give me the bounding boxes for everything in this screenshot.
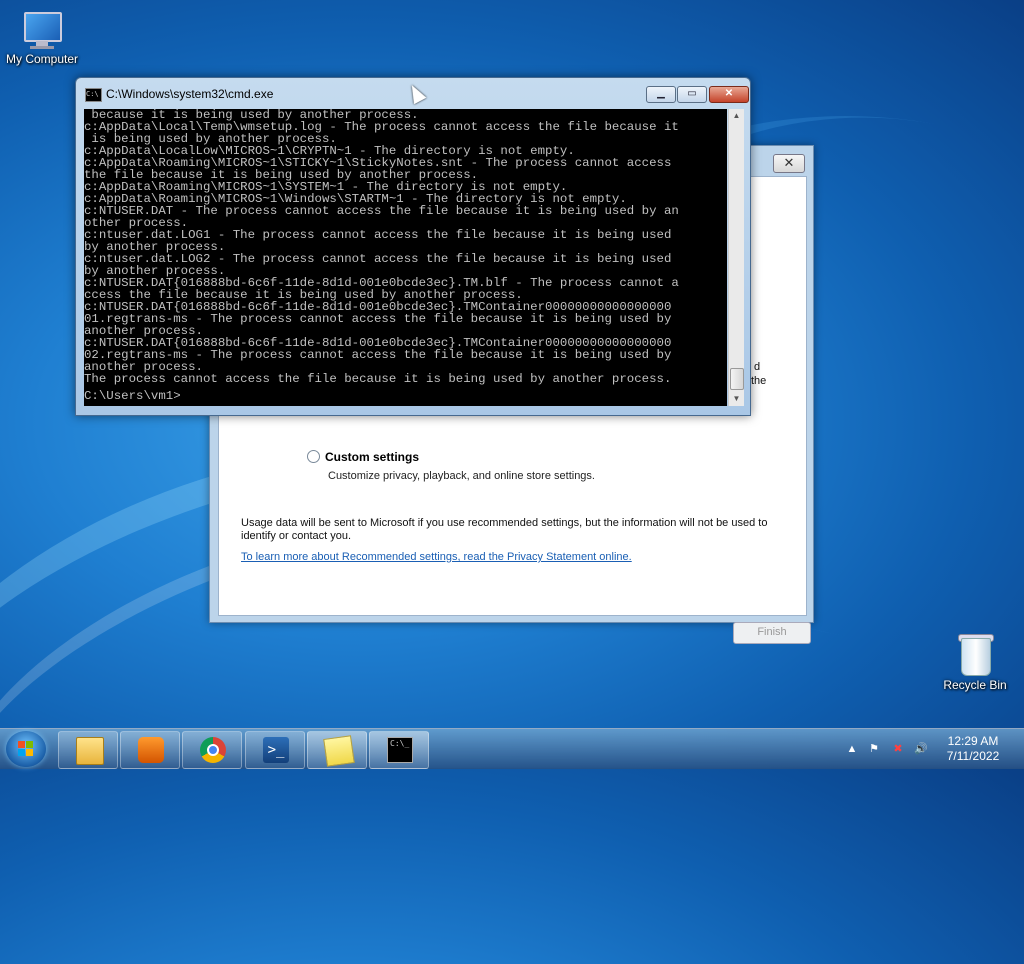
console-output[interactable]: because it is being used by another proc…	[84, 109, 727, 406]
finish-button[interactable]: Finish	[733, 622, 811, 644]
custom-settings-label: Custom settings	[325, 450, 420, 464]
clock-time: 12:29 AM	[947, 734, 999, 748]
desktop-icon-my-computer[interactable]: My Computer	[0, 10, 84, 66]
recycle-bin-icon	[958, 632, 994, 676]
truncated-text: d	[754, 361, 761, 373]
desktop-icon-recycle-bin[interactable]: Recycle Bin	[933, 632, 1017, 692]
network-icon[interactable]: ✖	[891, 742, 905, 756]
desktop-icon-label: Recycle Bin	[943, 678, 1007, 692]
truncated-text: the	[751, 375, 767, 387]
usage-data-notice: Usage data will be sent to Microsoft if …	[241, 517, 768, 542]
sticky-notes-icon	[323, 735, 355, 767]
maximize-button[interactable]: ▭	[677, 86, 707, 103]
maximize-icon: ▭	[687, 88, 697, 99]
computer-icon	[20, 10, 64, 50]
media-player-icon	[138, 737, 164, 763]
custom-settings-option[interactable]: Custom settings	[307, 450, 419, 464]
volume-icon[interactable]: 🔊	[914, 742, 928, 756]
scroll-down-icon[interactable]: ▼	[729, 392, 744, 406]
minimize-icon: ▁	[657, 88, 665, 99]
taskbar-button-chrome[interactable]	[182, 731, 242, 769]
console-line: The process cannot access the file becau…	[84, 372, 672, 386]
system-clock[interactable]: 12:29 AM 7/11/2022	[936, 734, 1010, 764]
cmd-window-icon: C:\	[85, 88, 102, 102]
privacy-statement-link[interactable]: To learn more about Recommended settings…	[241, 551, 632, 563]
close-button[interactable]: ✕	[709, 86, 749, 103]
taskbar-button-explorer[interactable]	[58, 731, 118, 769]
clock-date: 7/11/2022	[946, 749, 1000, 763]
powershell-icon: >_	[263, 737, 289, 763]
window-title: C:\Windows\system32\cmd.exe	[106, 87, 274, 101]
desktop-icon-label: My Computer	[5, 52, 79, 66]
chrome-icon	[200, 737, 226, 763]
windows-logo-icon	[18, 741, 34, 757]
taskbar-button-media-player[interactable]	[120, 731, 180, 769]
vertical-scrollbar[interactable]: ▲ ▼	[728, 109, 744, 406]
action-center-icon[interactable]: ⚑	[867, 742, 881, 756]
scrollbar-thumb[interactable]	[730, 368, 744, 390]
minimize-button[interactable]: ▁	[646, 86, 676, 103]
taskbar-button-command-prompt[interactable]: C:\_	[369, 731, 429, 769]
taskbar-button-sticky-notes[interactable]	[307, 731, 367, 769]
taskbar: >_ C:\_ ▲ ⚑ ✖ 🔊 12:29 AM 7/11/2022	[0, 728, 1024, 769]
taskbar-button-powershell[interactable]: >_	[245, 731, 305, 769]
close-icon: ✕	[724, 88, 734, 99]
custom-settings-description: Customize privacy, playback, and online …	[328, 470, 595, 482]
show-hidden-icons-icon[interactable]: ▲	[845, 742, 859, 756]
radio-button[interactable]	[307, 450, 320, 463]
folder-icon	[76, 737, 104, 765]
scroll-up-icon[interactable]: ▲	[729, 109, 744, 123]
command-prompt-icon: C:\_	[387, 737, 413, 763]
console-prompt[interactable]: C:\Users\vm1>	[84, 390, 727, 402]
start-button[interactable]	[6, 731, 46, 767]
cmd-window: C:\ C:\Windows\system32\cmd.exe ▁ ▭ ✕ be…	[75, 77, 751, 416]
close-button[interactable]: ✕	[773, 154, 805, 173]
close-icon: ✕	[783, 155, 795, 170]
